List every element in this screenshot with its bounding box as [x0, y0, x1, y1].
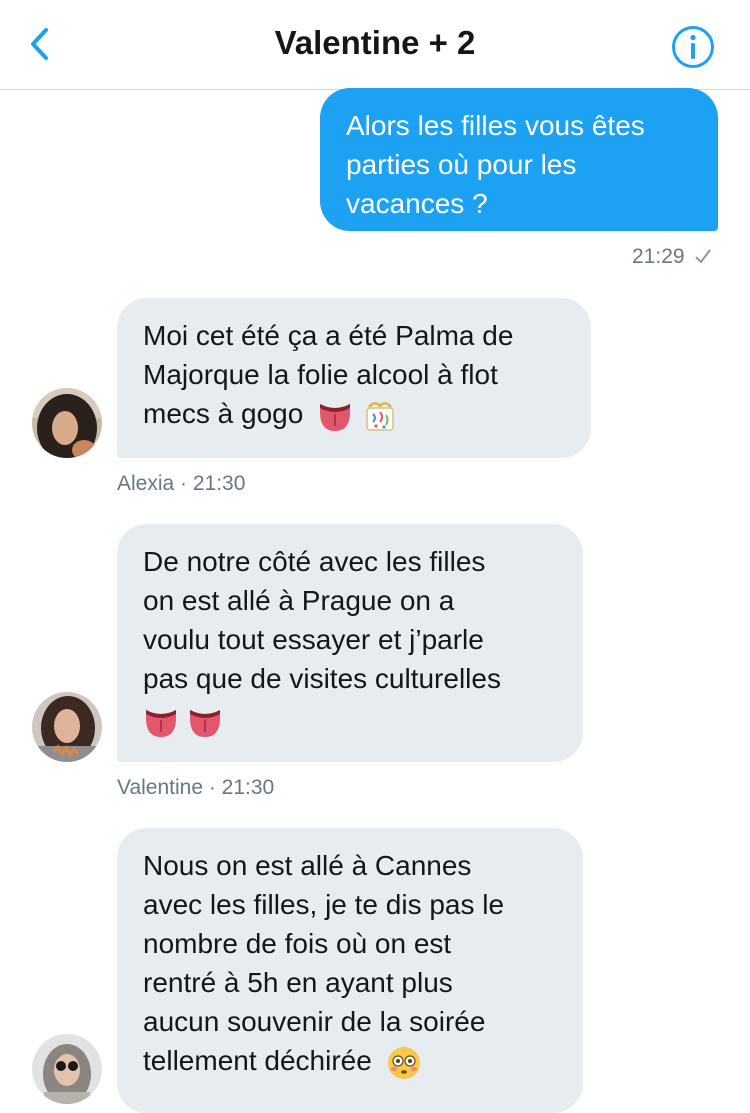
incoming-message-bubble[interactable]: Nous on est allé à Cannes avec les fille…: [117, 828, 583, 1113]
flushed-face-emoji: [387, 1046, 420, 1079]
message-line: avec les filles, je te dis pas le: [143, 889, 505, 920]
avatar-photo: [32, 1034, 102, 1104]
message-line: De notre côté avec les filles: [143, 546, 486, 577]
message-line: aucun souvenir de la soirée: [143, 1006, 486, 1037]
message-timestamp: 21:29: [632, 245, 712, 269]
incoming-message-bubble[interactable]: Moi cet été ça a été Palma de Majorque l…: [117, 298, 591, 458]
incoming-message-bubble[interactable]: De notre côté avec les filles on est all…: [117, 524, 583, 762]
check-icon: [695, 249, 712, 264]
tongue-emoji: [146, 709, 176, 737]
party-popper-emoji: [366, 401, 394, 431]
message-line: tellement déchirée: [143, 1045, 372, 1076]
message-line: Nous on est allé à Cannes: [143, 850, 472, 881]
message-line: Majorque la folie alcool à flot: [143, 359, 498, 390]
message-line: parties où pour les: [346, 149, 577, 180]
message-line: voulu tout essayer et j’parle: [143, 624, 484, 655]
message-line: pas que de visites culturelles: [143, 663, 501, 694]
message-meta: Valentine · 21:30: [117, 776, 275, 799]
info-icon[interactable]: [670, 24, 716, 70]
message-line: Moi cet été ça a été Palma de: [143, 320, 514, 351]
message-meta: Alexia · 21:30: [117, 472, 246, 495]
conversation-header: Valentine + 2: [0, 0, 750, 90]
outgoing-message-bubble[interactable]: Alors les filles vous êtes parties où po…: [320, 88, 718, 231]
message-line: on est allé à Prague on a: [143, 585, 455, 616]
message-line: nombre de fois où on est: [143, 928, 452, 959]
message-line: mecs à gogo: [143, 398, 304, 429]
message-line: Alors les filles vous êtes: [346, 110, 645, 141]
tongue-emoji: [320, 403, 351, 431]
message-line: vacances ?: [346, 188, 488, 219]
avatar-valentine[interactable]: [32, 692, 102, 762]
conversation-title: Valentine + 2: [274, 24, 476, 61]
avatar-photo: [32, 388, 102, 458]
avatar-photo: [32, 692, 102, 762]
avatar-participant[interactable]: [32, 1034, 102, 1104]
message-line: rentré à 5h en ayant plus: [143, 967, 453, 998]
tongue-emoji: [189, 709, 220, 737]
avatar-alexia[interactable]: [32, 388, 102, 458]
